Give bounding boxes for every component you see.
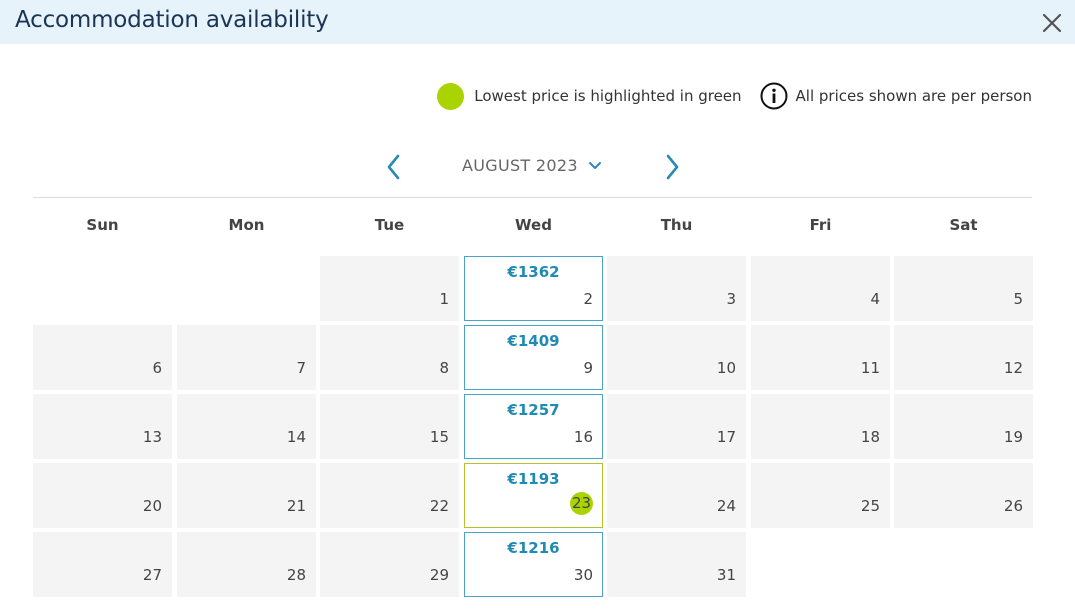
day-price: €1257 (507, 401, 560, 419)
day-number: 29 (429, 566, 449, 584)
weekday-thu: Thu (660, 216, 693, 234)
chevron-left-icon[interactable] (384, 152, 404, 182)
day-number: 25 (860, 497, 880, 515)
weekday-sun: Sun (86, 216, 119, 234)
day-number: 18 (860, 428, 880, 446)
calendar-day-1: 1 (320, 256, 459, 321)
day-price: €1362 (507, 263, 560, 281)
day-number: 15 (429, 428, 449, 446)
day-number: 4 (870, 290, 880, 308)
day-number: 1 (439, 290, 449, 308)
day-number: 28 (286, 566, 306, 584)
day-number: 19 (1003, 428, 1023, 446)
calendar-day-24: 24 (607, 463, 746, 528)
calendar-day-19: 19 (894, 394, 1033, 459)
day-number: 17 (716, 428, 736, 446)
calendar-day-7: 7 (177, 325, 316, 390)
day-number: 27 (142, 566, 162, 584)
day-number: 6 (152, 359, 162, 377)
calendar-day-31: 31 (607, 532, 746, 597)
title-bar: Accommodation availability (0, 0, 1075, 44)
calendar-day-9[interactable]: €1409 9 (464, 325, 603, 390)
day-number: 23 (570, 492, 593, 515)
day-number: 5 (1013, 290, 1023, 308)
weekday-sat: Sat (949, 216, 978, 234)
day-number: 21 (286, 497, 306, 515)
day-number: 16 (573, 428, 593, 446)
calendar-day-4: 4 (751, 256, 890, 321)
dialog-title: Accommodation availability (15, 7, 329, 33)
day-number: 30 (573, 566, 593, 584)
calendar-day-17: 17 (607, 394, 746, 459)
day-number: 14 (286, 428, 306, 446)
calendar-day-22: 22 (320, 463, 459, 528)
info-icon (760, 82, 788, 110)
day-number: 11 (860, 359, 880, 377)
calendar-day-20: 20 (33, 463, 172, 528)
day-price: €1193 (507, 470, 560, 488)
weekday-mon: Mon (228, 216, 265, 234)
day-number: 12 (1003, 359, 1023, 377)
day-price: €1216 (507, 539, 560, 557)
day-number: 9 (583, 359, 593, 377)
calendar-day-11: 11 (751, 325, 890, 390)
calendar-day-27: 27 (33, 532, 172, 597)
lowest-price-swatch-icon (437, 82, 465, 110)
calendar-day-10: 10 (607, 325, 746, 390)
calendar-day-6: 6 (33, 325, 172, 390)
lowest-price-legend-label: Lowest price is highlighted in green (474, 87, 742, 105)
calendar-day-16[interactable]: €1257 16 (464, 394, 603, 459)
calendar-day-2[interactable]: €1362 2 (464, 256, 603, 321)
day-number: 31 (716, 566, 736, 584)
day-number: 26 (1003, 497, 1023, 515)
per-person-legend-label: All prices shown are per person (795, 87, 1032, 105)
calendar-day-23[interactable]: €1193 23 (464, 463, 603, 528)
calendar-day-3: 3 (607, 256, 746, 321)
day-number: 22 (429, 497, 449, 515)
day-number: 2 (583, 290, 593, 308)
calendar-day-18: 18 (751, 394, 890, 459)
calendar-day-30[interactable]: €1216 30 (464, 532, 603, 597)
close-icon[interactable] (1037, 8, 1067, 38)
calendar-day-14: 14 (177, 394, 316, 459)
calendar-day-13: 13 (33, 394, 172, 459)
calendar-day-15: 15 (320, 394, 459, 459)
chevron-right-icon[interactable] (662, 152, 682, 182)
day-number: 7 (296, 359, 306, 377)
weekday-wed: Wed (515, 216, 552, 234)
day-number: 8 (439, 359, 449, 377)
day-price: €1409 (507, 332, 560, 350)
calendar-day-28: 28 (177, 532, 316, 597)
calendar-day-5: 5 (894, 256, 1033, 321)
month-navigation: AUGUST 2023 (0, 150, 1075, 184)
day-number: 10 (716, 359, 736, 377)
month-label: AUGUST 2023 (462, 156, 578, 175)
day-number: 3 (726, 290, 736, 308)
calendar-day-12: 12 (894, 325, 1033, 390)
day-number: 13 (142, 428, 162, 446)
calendar-day-21: 21 (177, 463, 316, 528)
day-number: 20 (142, 497, 162, 515)
calendar-day-26: 26 (894, 463, 1033, 528)
weekday-fri: Fri (809, 216, 832, 234)
chevron-down-icon (588, 161, 601, 169)
month-dropdown[interactable]: AUGUST 2023 (462, 156, 602, 175)
calendar-day-29: 29 (320, 532, 459, 597)
weekday-tue: Tue (374, 216, 405, 234)
header-divider (33, 197, 1032, 198)
day-number: 24 (716, 497, 736, 515)
calendar-day-8: 8 (320, 325, 459, 390)
calendar-day-25: 25 (751, 463, 890, 528)
legend: Lowest price is highlighted in green All… (437, 82, 1032, 110)
